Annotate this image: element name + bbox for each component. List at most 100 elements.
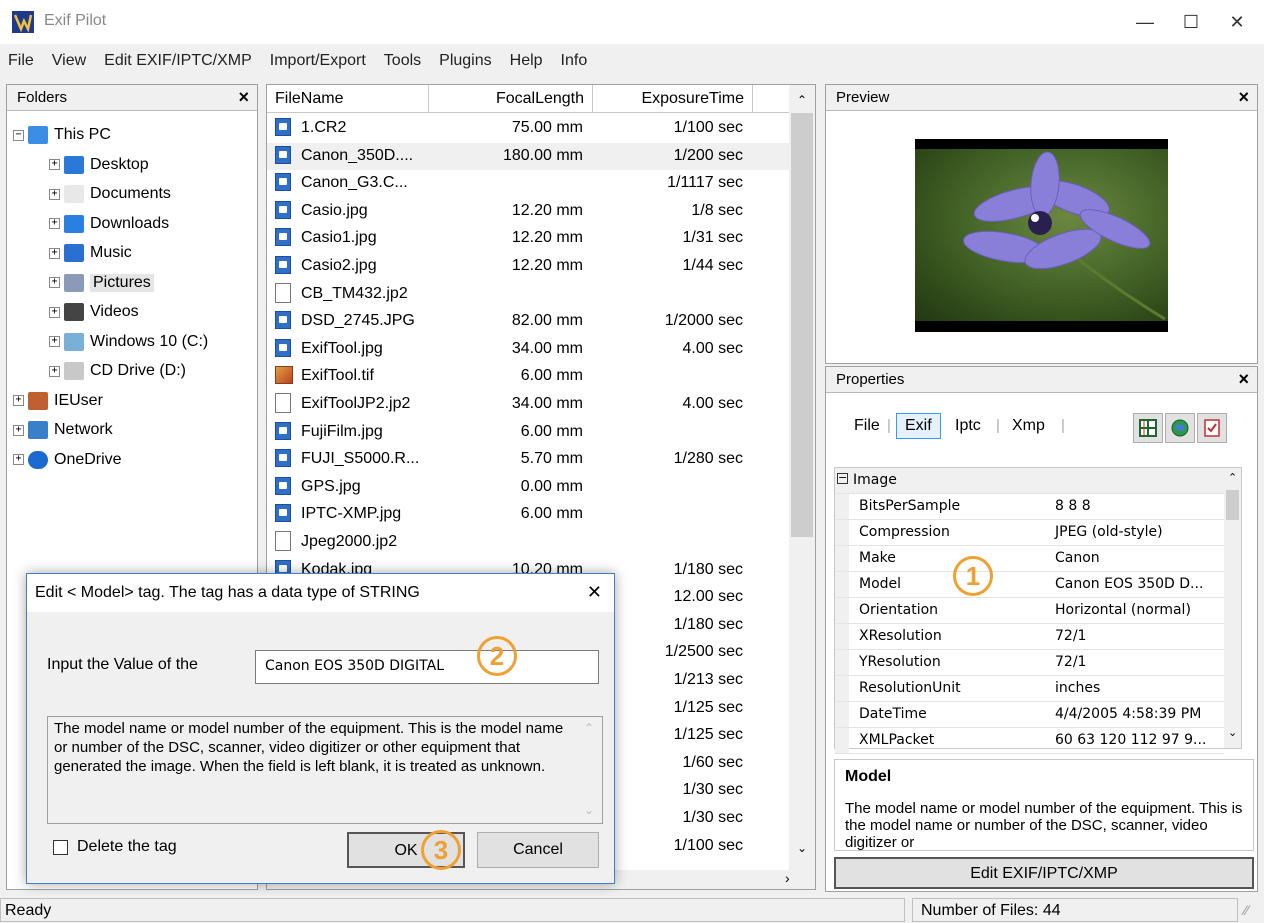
tree-item-downloads[interactable]: + Downloads [49,210,169,238]
property-row[interactable]: YResolution 72/1 [835,650,1224,676]
file-row[interactable]: Jpeg2000.jp2 [267,529,789,557]
menu-import-export[interactable]: Import/Export [261,48,375,76]
minimize-button[interactable]: — [1122,8,1168,38]
expand-icon[interactable]: + [49,336,60,347]
scroll-up-icon[interactable]: ⌃ [1228,471,1237,484]
scroll-up-icon[interactable]: ⌃ [797,93,807,107]
expand-icon[interactable]: + [49,365,60,377]
scroll-down-icon[interactable]: ⌄ [1228,726,1237,739]
tif-file-icon [275,366,293,385]
property-row[interactable]: BitsPerSample 8 8 8 [835,494,1224,520]
expand-icon[interactable]: + [13,395,24,406]
preview-close-button[interactable]: × [1238,87,1249,108]
menu-help[interactable]: Help [501,48,552,76]
expand-icon[interactable]: + [49,218,60,229]
tab-xmp[interactable]: Xmp [1012,417,1045,435]
file-row[interactable]: Canon_G3.C... 1/1117 sec [267,170,789,198]
column-header-exposuretime[interactable]: ExposureTime [593,85,753,113]
tree-item-network[interactable]: + Network [13,416,113,444]
menu-file[interactable]: File [0,48,43,76]
resize-grip-icon[interactable]: ⁄⁄ [1244,902,1249,918]
property-group-image[interactable]: − Image [835,468,1224,494]
tag-value-input[interactable]: Canon EOS 350D DIGITAL [255,650,599,684]
file-row[interactable]: ExifToolJP2.jp2 34.00 mm 4.00 sec [267,391,789,419]
delete-tag-checkbox[interactable] [53,840,68,855]
column-header-focallength[interactable]: FocalLength [429,85,593,113]
globe-button[interactable] [1165,413,1195,443]
property-row[interactable]: XResolution 72/1 [835,624,1224,650]
tree-item-cd-drive-d[interactable]: + CD Drive (D:) [49,357,186,385]
property-row[interactable]: Model Canon EOS 350D D... [835,572,1224,598]
scroll-thumb[interactable] [1226,490,1239,520]
menu-view[interactable]: View [43,48,95,76]
collapse-icon[interactable]: − [837,472,848,484]
expand-icon[interactable]: + [13,424,24,436]
tree-item-music[interactable]: + Music [49,239,132,267]
tree-item-this-pc[interactable]: − This PC [13,121,111,149]
property-row[interactable]: DateTime 4/4/2005 4:58:39 PM [835,702,1224,728]
delete-tag-label: Delete the tag [77,838,177,855]
menu-edit-exif[interactable]: Edit EXIF/IPTC/XMP [95,48,261,76]
property-row[interactable]: Compression JPEG (old-style) [835,520,1224,546]
documents-icon [64,185,84,203]
exposure-time: 4.00 sec [682,395,743,412]
property-row[interactable]: XMLPacket 60 63 120 112 97 9... [835,728,1224,754]
close-window-button[interactable]: ✕ [1214,8,1260,38]
expand-icon[interactable]: + [13,454,24,465]
tree-item-onedrive[interactable]: + OneDrive [13,446,122,474]
file-row[interactable]: 1.CR2 75.00 mm 1/100 sec [267,115,789,143]
menu-tools[interactable]: Tools [375,48,430,76]
scroll-right-icon[interactable]: › [785,870,790,886]
scroll-thumb[interactable] [791,113,813,537]
dialog-close-button[interactable]: ✕ [587,582,602,603]
expand-icon[interactable]: + [49,188,60,200]
expand-icon[interactable]: + [49,159,60,170]
scroll-down-icon[interactable]: ⌄ [797,841,807,855]
property-grid-scrollbar[interactable]: ⌃ ⌄ [1224,468,1241,748]
grid-view-button[interactable] [1133,413,1163,443]
tab-file[interactable]: File [854,417,880,435]
file-row[interactable]: DSD_2745.JPG 82.00 mm 1/2000 sec [267,308,789,336]
tab-exif[interactable]: Exif [896,413,941,439]
file-row[interactable]: GPS.jpg 0.00 mm [267,474,789,502]
file-row[interactable]: Casio1.jpg 12.20 mm 1/31 sec [267,225,789,253]
monitor-icon [28,126,48,144]
tab-iptc[interactable]: Iptc [955,417,981,435]
tree-item-pictures[interactable]: + Pictures [49,269,154,297]
maximize-button[interactable]: ☐ [1168,8,1214,38]
image-file-icon [275,421,291,440]
column-header-filename[interactable]: FileName [267,85,429,113]
tree-item-videos[interactable]: + Videos [49,298,139,326]
property-row[interactable]: Make Canon [835,546,1224,572]
file-list-vscrollbar[interactable]: ⌃ ⌄ [789,85,815,870]
row-gutter [835,572,849,597]
tree-item-windows-10-c[interactable]: + Windows 10 (C:) [49,328,208,356]
menu-info[interactable]: Info [552,48,597,76]
menu-plugins[interactable]: Plugins [430,48,500,76]
file-row[interactable]: IPTC-XMP.jpg 6.00 mm [267,501,789,529]
checklist-button[interactable] [1197,413,1227,443]
folders-close-button[interactable]: × [238,87,249,108]
tree-item-documents[interactable]: + Documents [49,180,171,208]
tree-item-desktop[interactable]: + Desktop [49,151,149,179]
file-row[interactable]: ExifTool.jpg 34.00 mm 4.00 sec [267,336,789,364]
file-row[interactable]: Casio.jpg 12.20 mm 1/8 sec [267,198,789,226]
file-row[interactable]: Casio2.jpg 12.20 mm 1/44 sec [267,253,789,281]
scroll-up-icon[interactable]: ⌃ [584,721,594,735]
file-row[interactable]: FujiFilm.jpg 6.00 mm [267,419,789,447]
properties-close-button[interactable]: × [1238,369,1249,390]
edit-exif-button[interactable]: Edit EXIF/IPTC/XMP [834,857,1254,889]
expand-icon[interactable]: + [49,277,60,288]
file-row[interactable]: ExifTool.tif 6.00 mm [267,363,789,391]
file-row[interactable]: CB_TM432.jp2 [267,281,789,309]
tree-item-ieuser[interactable]: + IEUser [13,387,103,415]
expand-icon[interactable]: + [49,247,60,259]
property-row[interactable]: Orientation Horizontal (normal) [835,598,1224,624]
cancel-button[interactable]: Cancel [477,832,599,868]
property-row[interactable]: ResolutionUnit inches [835,676,1224,702]
file-row[interactable]: Canon_350D.... 180.00 mm 1/200 sec [267,142,789,171]
collapse-icon[interactable]: − [13,129,24,141]
expand-icon[interactable]: + [49,306,60,318]
file-row[interactable]: FUJI_S5000.R... 5.70 mm 1/280 sec [267,446,789,474]
scroll-down-icon[interactable]: ⌄ [584,803,594,817]
